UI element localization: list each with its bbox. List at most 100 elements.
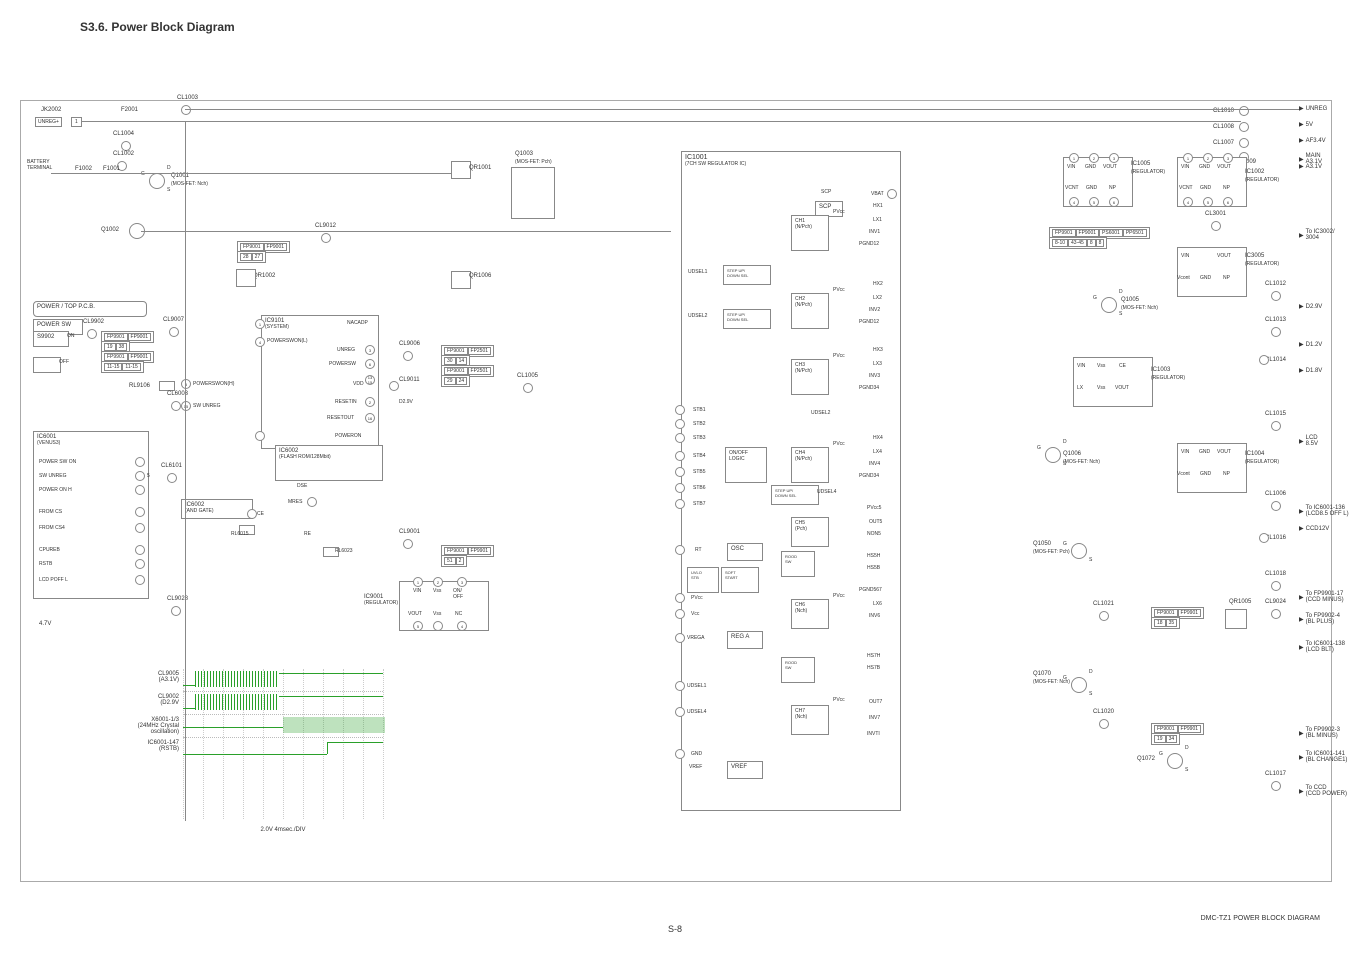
fp-pins-row4: 11-1511-15	[101, 361, 144, 373]
ic1004-label: IC1004	[1245, 451, 1264, 457]
cl1021: CL1021	[1093, 601, 1114, 607]
q1003-sub: (MOS-FET: Pch)	[515, 159, 552, 165]
resetin-label: RESETIN	[335, 399, 357, 405]
ic1005-pin2: 2	[1089, 153, 1099, 163]
out-af34v: ▶AF3.4V	[1299, 137, 1326, 144]
ic1005-vcnt: VCNT	[1065, 185, 1079, 191]
ch1-box: CH1(N/Pch)	[791, 215, 829, 251]
stb5: STB5	[693, 469, 706, 475]
soft-start: SOFT START	[721, 567, 759, 593]
udsel2: UDSEL2	[688, 313, 707, 319]
ic9101-unreg-pin: 3	[365, 345, 375, 355]
ic1004-vcont: Vcont	[1177, 471, 1190, 477]
stepupdown4: STEP UP/ DOWN SEL	[771, 485, 819, 505]
ic1004-vout: VOUT	[1217, 449, 1231, 455]
ic1005-vin: VIN	[1067, 164, 1075, 170]
cl1008-node	[1239, 122, 1249, 132]
unreg-rail	[185, 109, 1299, 110]
unreg-plus-label: UNREG+	[35, 117, 62, 127]
from-cs: FROM CS	[39, 509, 62, 515]
power-top-pcb: POWER / TOP P.C.B.	[33, 301, 147, 317]
ic1001-gnd-pin	[675, 749, 685, 759]
waveform-chart: CL9005 (A3.1V) CL9002 (D2.9V X6001-1/3 (…	[183, 669, 383, 819]
hs7b: HS7B	[867, 665, 880, 671]
cl6101-node	[167, 473, 177, 483]
stb1-pin	[675, 405, 685, 415]
lcd-poff-l: LCD POFF L	[39, 577, 68, 583]
q1006-label: Q1006	[1063, 451, 1081, 457]
pin-pswon-h: 5	[181, 379, 191, 389]
cl1015-node	[1271, 421, 1281, 431]
ic1003-sub: (REGULATOR)	[1151, 375, 1185, 381]
off-label: OFF	[59, 359, 69, 365]
lx4: LX4	[873, 449, 882, 455]
left-rail1	[51, 173, 451, 174]
ch7-box: CH7(Nch)	[791, 705, 829, 735]
pvcc5: PVcc5	[867, 505, 881, 511]
fp-ps-pp-pins2: 8-1043-4588	[1049, 237, 1107, 249]
hx1: HX1	[873, 203, 883, 209]
rega-box: REG A	[727, 631, 763, 649]
lcdpoff-pin	[135, 575, 145, 585]
cl9024-node	[1271, 609, 1281, 619]
onoff-logic: ON/OFF LOGIC	[725, 447, 767, 483]
unreg-node: UNREG	[337, 347, 355, 353]
powersw-node: POWERSW	[329, 361, 356, 367]
cl9011-label: CL9011	[399, 377, 420, 383]
cl6101: CL6101	[161, 463, 182, 469]
cl1015: CL1015	[1265, 411, 1286, 417]
ic1002-gnd: GND	[1199, 164, 1210, 170]
q1072: G D S	[1167, 753, 1183, 771]
q1002	[129, 223, 145, 241]
ch2-box: CH2(N/Pch)	[791, 293, 829, 329]
cl1005-node	[523, 383, 533, 393]
hs7h: HS7H	[867, 653, 880, 659]
pin1: 1	[71, 117, 82, 127]
cl1008: CL1008	[1213, 124, 1234, 130]
ch4-pvcc: PVcc	[833, 441, 845, 447]
ic1002-pin1: 1	[1183, 153, 1193, 163]
cl9012-label: CL9012	[315, 223, 336, 229]
q1050-sub: (MOS-FET: Pch)	[1033, 549, 1070, 555]
cl1020-node	[1099, 719, 1109, 729]
ic1001-vcc-pin	[675, 609, 685, 619]
qr1002-label: QR1002	[253, 273, 275, 279]
cl1007: CL1007	[1213, 140, 1234, 146]
vrega-pin	[675, 633, 685, 643]
q1003-label: Q1003	[515, 151, 533, 157]
cl1010-node	[1239, 106, 1249, 116]
cl1002-label: CL1002	[113, 151, 134, 157]
ic6001-psw-pin	[135, 457, 145, 467]
ic1002-np: NP	[1223, 185, 1230, 191]
ic1003-vss2: Vss	[1097, 385, 1105, 391]
wave-caption: 2.0V 4msec./DIV	[260, 827, 305, 833]
f1001-label: F1001	[103, 166, 120, 172]
ic9101-powersw-pin: 6	[365, 359, 375, 369]
fp9001-fp2501-pins4: 2924	[441, 375, 470, 387]
f1002-label: F1002	[75, 166, 92, 172]
ic1005-label: IC1005	[1131, 161, 1150, 167]
pgnd567: PGND567	[859, 587, 882, 593]
rstb: RSTB	[39, 561, 52, 567]
out-ic6001-136: ▶To IC6001-136 (LCD8.5 OFF L)	[1299, 505, 1349, 517]
cl1013-node	[1271, 327, 1281, 337]
cl9028-node	[171, 606, 181, 616]
udsel1: UDSEL1	[688, 269, 707, 275]
rood-sw2: ROOD SW	[781, 657, 815, 683]
ic9001-vss-lbl: Vss	[433, 588, 441, 594]
q1001-sub: (MOS-FET: Nch)	[171, 181, 208, 187]
inv4: INV4	[869, 461, 880, 467]
out-a31v: ▶A3.1V	[1299, 163, 1322, 170]
ic1005-np: NP	[1109, 185, 1116, 191]
udsel4-b: UDSEL4	[687, 709, 706, 715]
out-ic3002: ▶To IC3002/ 3004	[1299, 229, 1335, 241]
cl9001-label: CL9001	[399, 529, 420, 535]
ic1003-vin: VIN	[1077, 363, 1085, 369]
ch7-pvcc: PVcc	[833, 697, 845, 703]
q1005-label: Q1005	[1121, 297, 1139, 303]
f2001-label: F2001	[121, 107, 138, 113]
off-box	[33, 357, 61, 373]
cl9006-label: CL9006	[399, 341, 420, 347]
ic6001-swu-pin	[135, 471, 145, 481]
ic9001-nc: 4	[457, 621, 467, 631]
